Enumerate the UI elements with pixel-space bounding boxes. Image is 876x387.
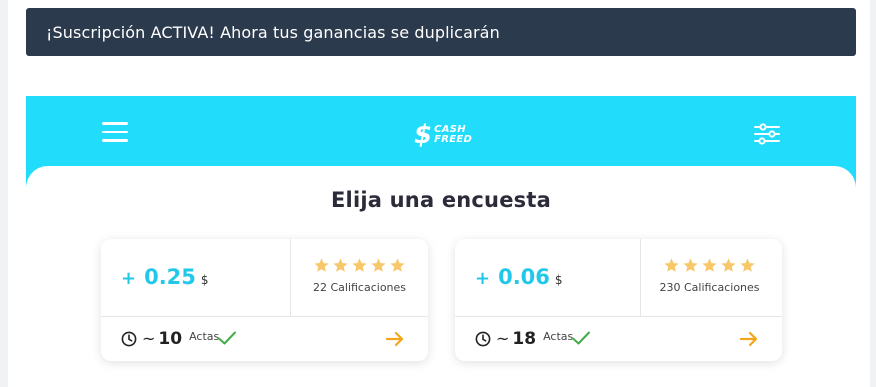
logo-wordmark: CASH FREED	[434, 125, 472, 145]
app-header: $ CASH FREED	[26, 96, 856, 166]
app-panel: $ CASH FREED Elija una encuesta + 0.25 $…	[26, 96, 856, 387]
star-icon	[721, 258, 736, 272]
survey-card-bottom: ~ 10 Actas	[101, 318, 428, 361]
checkmark-icon	[572, 331, 590, 345]
star-icon	[390, 258, 405, 272]
duration-minutes: 18	[512, 329, 537, 349]
reward-plus-sign: +	[475, 268, 491, 289]
checkmark-icon	[218, 331, 236, 345]
cashfreed-logo[interactable]: $ CASH FREED	[414, 120, 478, 150]
clock-icon	[475, 331, 491, 347]
reward-currency: $	[554, 273, 563, 287]
star-icon	[352, 258, 367, 272]
star-icon	[371, 258, 386, 272]
survey-card-top: + 0.25 $ 22 Calificaciones	[101, 239, 428, 317]
survey-card[interactable]: + 0.06 $ 230 Calificaciones ~ 18 Actas	[455, 239, 782, 361]
duration-unit: Actas	[543, 330, 574, 343]
survey-card-bottom: ~ 18 Actas	[455, 318, 782, 361]
approx-sign: ~	[496, 329, 510, 348]
sliders-icon[interactable]	[754, 123, 782, 145]
hamburger-menu-icon[interactable]	[102, 122, 130, 144]
ratings-count: 22 Calificaciones	[312, 281, 407, 294]
reward-amount: 0.25	[144, 265, 196, 289]
clock-icon	[121, 331, 137, 347]
survey-duration: ~ 10 Actas	[142, 329, 219, 349]
approx-sign: ~	[142, 329, 156, 348]
duration-minutes: 10	[158, 329, 183, 349]
survey-rating: 22 Calificaciones	[291, 257, 428, 294]
logo-word-freed: FREED	[434, 134, 473, 145]
reward-plus-sign: +	[121, 268, 137, 289]
survey-reward: + 0.25 $	[121, 265, 209, 289]
survey-card[interactable]: + 0.25 $ 22 Calificaciones ~ 10 Actas	[101, 239, 428, 361]
star-rating	[291, 257, 428, 275]
reward-amount: 0.06	[498, 265, 550, 289]
arrow-right-icon[interactable]	[385, 329, 405, 349]
star-rating	[641, 257, 778, 275]
page-title: Elija una encuesta	[331, 188, 551, 212]
star-icon	[740, 258, 755, 272]
star-icon	[702, 258, 717, 272]
page-left-edge	[0, 0, 8, 387]
survey-card-top: + 0.06 $ 230 Calificaciones	[455, 239, 782, 317]
survey-list-panel: Elija una encuesta + 0.25 $ 22 Calificac…	[26, 166, 856, 387]
survey-rating: 230 Calificaciones	[641, 257, 778, 294]
reward-currency: $	[200, 273, 209, 287]
page-right-edge	[870, 0, 876, 387]
survey-duration: ~ 18 Actas	[496, 329, 573, 349]
ratings-count: 230 Calificaciones	[659, 281, 760, 294]
subscription-notice-text: ¡Suscripción ACTIVA! Ahora tus ganancias…	[46, 22, 500, 42]
arrow-right-icon[interactable]	[739, 329, 759, 349]
star-icon	[333, 258, 348, 272]
star-icon	[683, 258, 698, 272]
star-icon	[664, 258, 679, 272]
star-icon	[314, 258, 329, 272]
logo-dollar-icon: $	[414, 120, 433, 150]
subscription-notice: ¡Suscripción ACTIVA! Ahora tus ganancias…	[26, 8, 856, 56]
duration-unit: Actas	[189, 330, 220, 343]
survey-reward: + 0.06 $	[475, 265, 563, 289]
